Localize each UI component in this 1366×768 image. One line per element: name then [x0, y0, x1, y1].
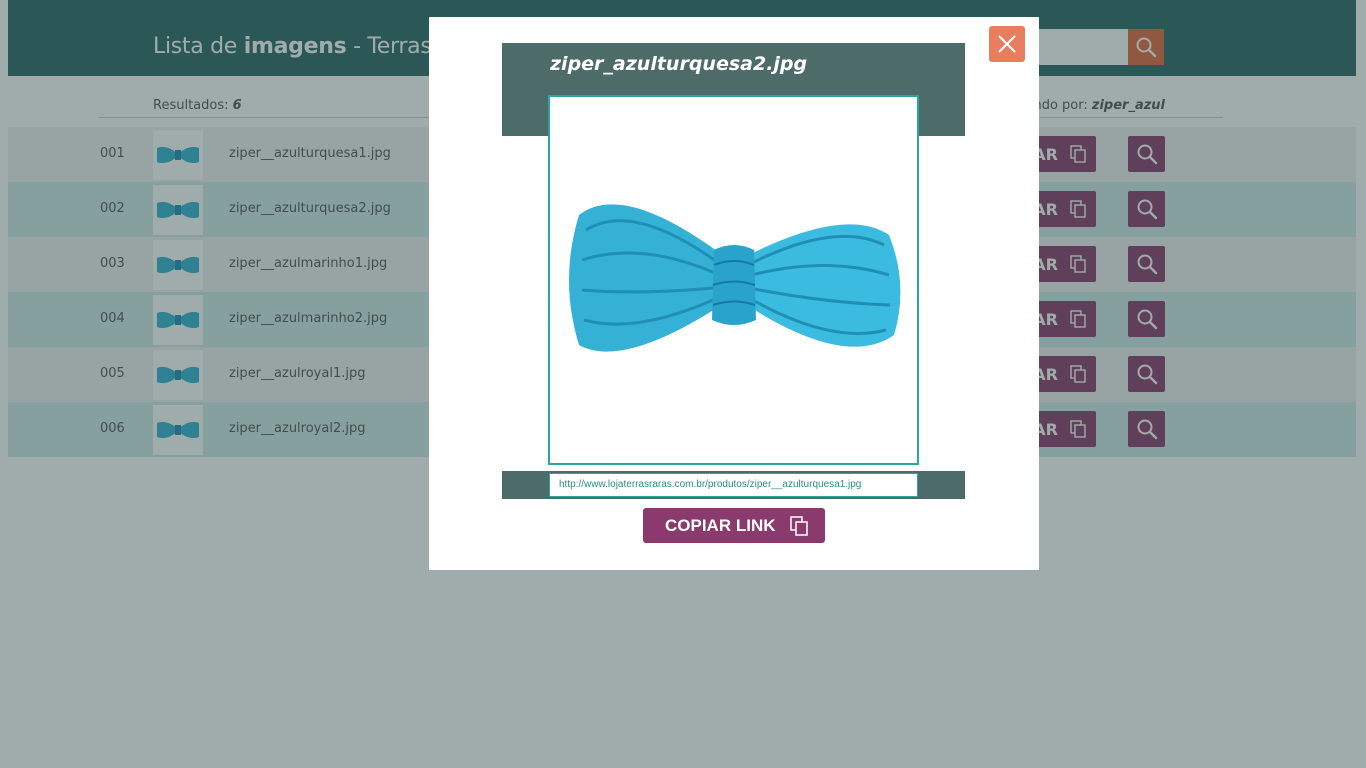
close-button[interactable] [989, 26, 1025, 62]
copy-icon [790, 515, 808, 536]
modal-title: ziper_azulturquesa2.jpg [550, 53, 808, 75]
copy-link-button[interactable]: COPIAR LINK [643, 508, 825, 543]
close-icon [998, 35, 1016, 53]
image-preview [548, 95, 919, 465]
zipper-image [568, 204, 900, 352]
image-link-field[interactable]: http://www.lojaterrasraras.com.br/produt… [549, 473, 918, 497]
copy-link-label: COPIAR LINK [665, 515, 776, 535]
link-bar: http://www.lojaterrasraras.com.br/produt… [502, 471, 965, 499]
